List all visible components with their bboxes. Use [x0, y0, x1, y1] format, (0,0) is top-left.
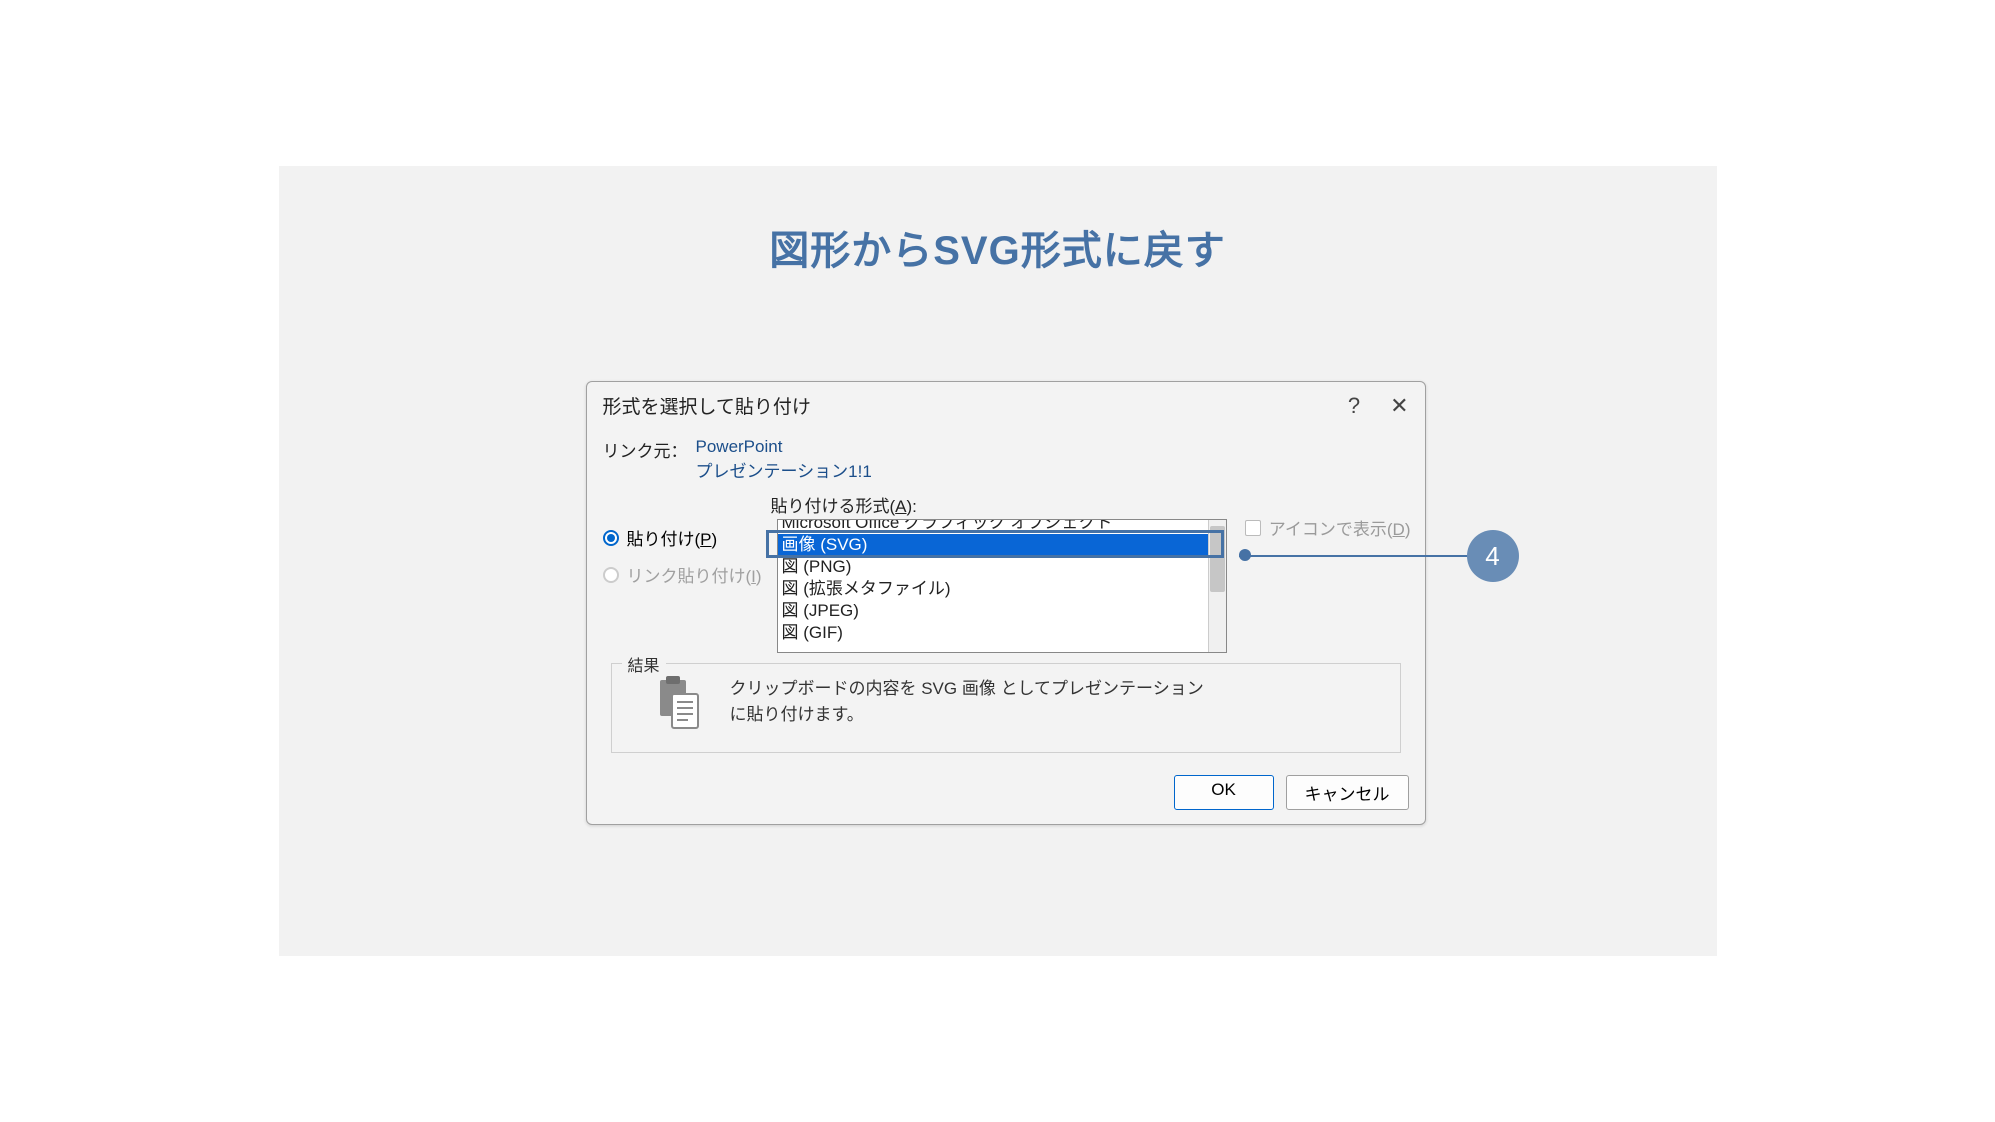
link-source: リンク元： PowerPoint プレゼンテーション1!1	[603, 437, 1409, 482]
display-as-icon-checkbox: アイコンで表示(D)	[1245, 515, 1411, 540]
scrollbar[interactable]	[1208, 520, 1226, 652]
scrollbar-thumb[interactable]	[1210, 526, 1225, 592]
paste-mode-radio-group: 貼り付け(P) リンク貼り付け(I)	[603, 519, 765, 599]
format-list-label: 貼り付ける形式(A):	[771, 492, 1409, 517]
radio-paste-label: 貼り付け(P)	[627, 525, 718, 550]
radio-icon	[603, 567, 619, 583]
clipboard-paste-icon	[650, 676, 706, 732]
checkbox-icon	[1245, 520, 1261, 536]
result-description: クリップボードの内容を SVG 画像 としてプレゼンテーションに貼り付けます。	[730, 676, 1220, 727]
callout-number: 4	[1485, 541, 1499, 572]
dialog-titlebar: 形式を選択して貼り付け ? ✕	[587, 382, 1425, 423]
callout-badge: 4	[1467, 530, 1519, 582]
format-item-png[interactable]: 図 (PNG)	[778, 556, 1226, 578]
result-label: 結果	[622, 652, 666, 676]
radio-icon	[603, 530, 619, 546]
format-item-emf[interactable]: 図 (拡張メタファイル)	[778, 578, 1226, 600]
callout-line	[1239, 555, 1480, 557]
format-item-gif[interactable]: 図 (GIF)	[778, 622, 1226, 644]
radio-paste[interactable]: 貼り付け(P)	[603, 525, 765, 550]
link-source-label: リンク元：	[603, 437, 688, 482]
result-groupbox: 結果 クリップボードの内容を SVG 画像 としてプレゼ	[611, 663, 1401, 753]
dialog-button-row: OK キャンセル	[587, 763, 1425, 824]
dialog-title: 形式を選択して貼り付け	[603, 392, 811, 419]
cancel-button[interactable]: キャンセル	[1286, 775, 1409, 810]
link-source-line2: プレゼンテーション1!1	[696, 457, 872, 482]
close-icon[interactable]: ✕	[1390, 393, 1408, 419]
link-source-values: PowerPoint プレゼンテーション1!1	[696, 437, 872, 482]
ok-button[interactable]: OK	[1174, 775, 1274, 810]
paste-special-dialog: 形式を選択して貼り付け ? ✕ リンク元： PowerPoint プレゼンテーシ…	[586, 381, 1426, 825]
format-item-svg[interactable]: 画像 (SVG)	[778, 534, 1226, 556]
slide-title: 図形からSVG形式に戻す	[769, 218, 1225, 276]
slide: 図形からSVG形式に戻す 形式を選択して貼り付け ? ✕ リンク元： Power…	[279, 166, 1717, 956]
radio-paste-link: リンク貼り付け(I)	[603, 562, 765, 587]
display-as-icon-label: アイコンで表示(D)	[1269, 515, 1411, 540]
radio-paste-link-label: リンク貼り付け(I)	[627, 562, 762, 587]
format-list[interactable]: Microsoft Office グラフィック オブジェクト 画像 (SVG) …	[777, 519, 1227, 653]
link-source-line1: PowerPoint	[696, 437, 872, 457]
format-item-jpeg[interactable]: 図 (JPEG)	[778, 600, 1226, 622]
help-icon[interactable]: ?	[1348, 393, 1360, 419]
format-item-0[interactable]: Microsoft Office グラフィック オブジェクト	[778, 520, 1226, 534]
dialog-body: リンク元： PowerPoint プレゼンテーション1!1 貼り付ける形式(A)…	[587, 423, 1425, 763]
